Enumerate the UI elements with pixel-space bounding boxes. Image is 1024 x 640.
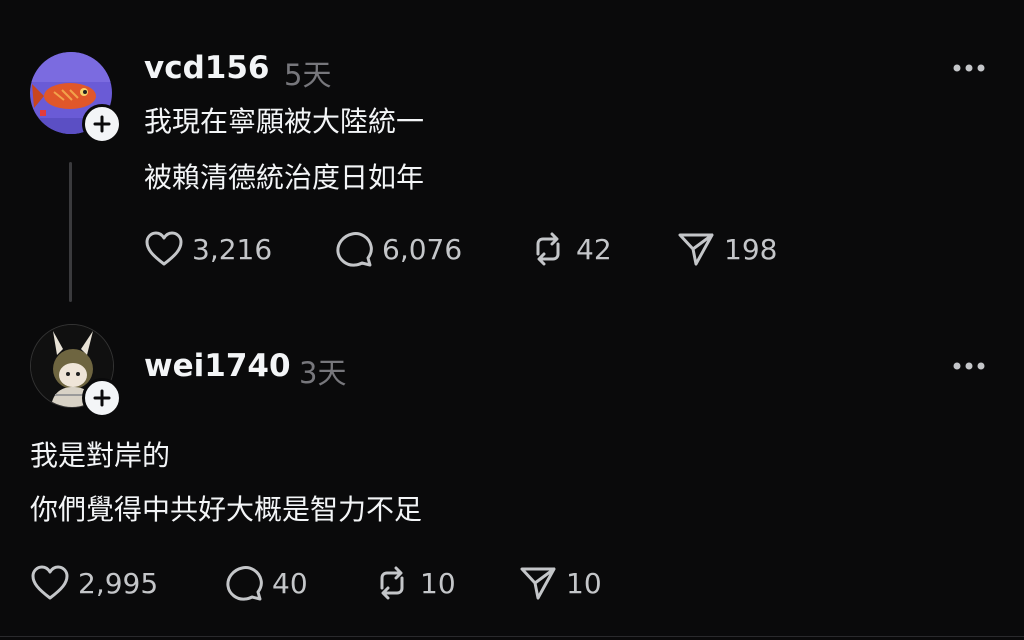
- repost-count: 10: [420, 566, 456, 600]
- bottom-divider: [0, 636, 1024, 637]
- share-button[interactable]: 198: [676, 230, 777, 268]
- heart-icon: [145, 231, 183, 266]
- follow-plus-button[interactable]: [82, 378, 122, 418]
- comment-icon: [226, 566, 263, 601]
- more-options-icon[interactable]: [952, 361, 986, 371]
- post-text-line-1: 我現在寧願被大陸統一: [144, 105, 425, 138]
- share-button[interactable]: 10: [518, 564, 602, 602]
- post-text-line-2: 被賴清德統治度日如年: [144, 161, 425, 194]
- send-icon: [520, 567, 556, 600]
- thread-line: [69, 162, 72, 302]
- follow-plus-button[interactable]: [82, 104, 122, 144]
- send-icon: [678, 233, 714, 266]
- like-count: 3,216: [192, 232, 273, 266]
- reply-count: 40: [272, 566, 308, 600]
- reply-count: 6,076: [382, 232, 463, 266]
- like-button[interactable]: 3,216: [144, 230, 272, 268]
- like-count: 2,995: [78, 566, 159, 600]
- username[interactable]: vcd156: [144, 50, 269, 86]
- repost-button[interactable]: 42: [528, 230, 612, 268]
- share-count: 198: [724, 232, 778, 266]
- comment-icon: [336, 232, 373, 267]
- post-time: 3天: [299, 356, 347, 390]
- more-options-icon[interactable]: [952, 63, 986, 73]
- plus-icon: [93, 389, 111, 407]
- like-button[interactable]: 2,995: [30, 564, 158, 602]
- post-time: 5天: [284, 58, 332, 92]
- heart-icon: [31, 565, 69, 600]
- post-text-line-1: 我是對岸的: [30, 439, 171, 472]
- repost-button[interactable]: 10: [372, 564, 456, 602]
- repost-count: 42: [576, 232, 612, 266]
- repost-icon: [380, 566, 404, 600]
- reply-button[interactable]: 6,076: [334, 230, 462, 268]
- post-text-line-2: 你們覺得中共好大概是智力不足: [30, 493, 423, 526]
- repost-icon: [536, 232, 560, 266]
- plus-icon: [93, 115, 111, 133]
- reply-button[interactable]: 40: [224, 564, 308, 602]
- username[interactable]: wei1740: [144, 348, 291, 384]
- share-count: 10: [566, 566, 602, 600]
